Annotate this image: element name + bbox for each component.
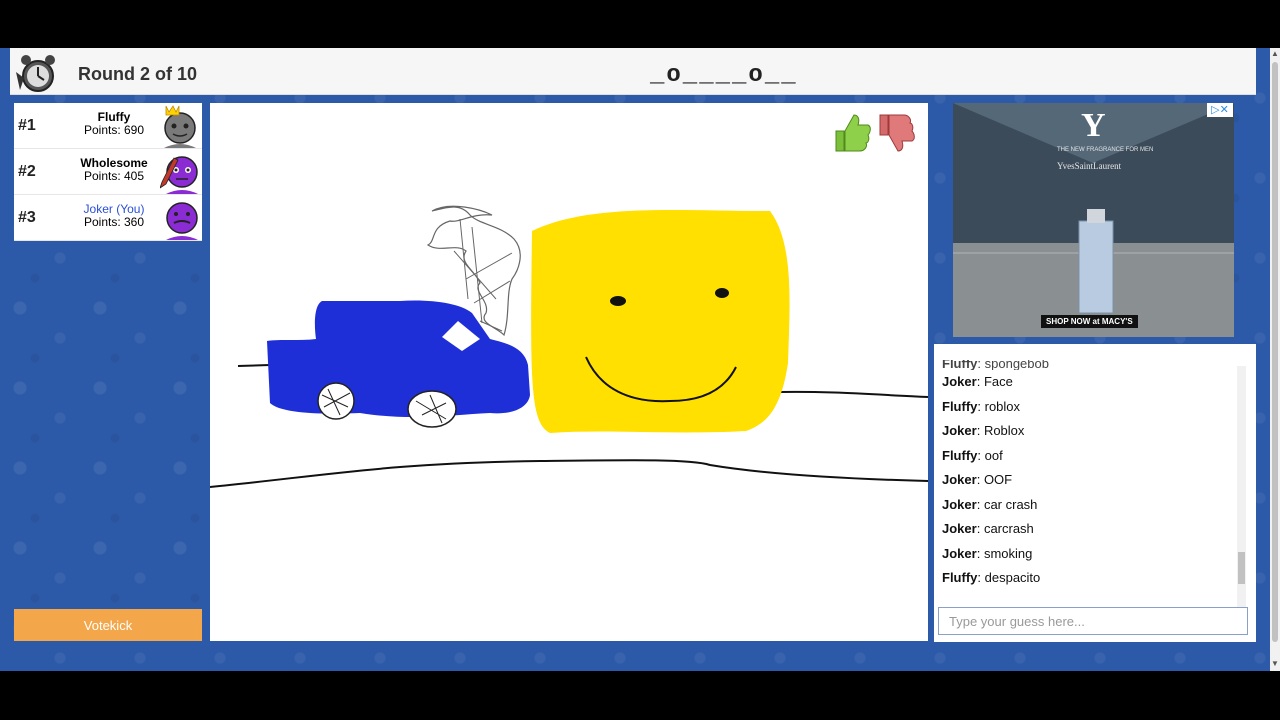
chat-message: Fluffy: oof xyxy=(942,447,1003,463)
chat-message: Joker: OOF xyxy=(942,472,1013,487)
player-points: Points: 405 xyxy=(83,169,145,183)
thumbs-up-icon[interactable] xyxy=(832,111,872,155)
chat-author: Fluffy xyxy=(942,398,978,414)
crown-icon xyxy=(165,105,180,116)
player-row[interactable]: #2 Wholesome Points: 405 xyxy=(14,149,202,195)
chat-text: despacito xyxy=(984,570,1041,585)
page-scrollbar-thumb[interactable] xyxy=(1272,62,1278,642)
player-row[interactable]: #3 Joker (You) Points: 360 xyxy=(14,195,202,241)
player-row[interactable]: #1 Fluffy Points: 690 xyxy=(14,103,202,149)
chat-author: Joker xyxy=(942,545,977,561)
chat-author: Fluffy xyxy=(942,570,978,585)
advertisement[interactable]: Y THE NEW FRAGRANCE FOR MEN YvesSaintLau… xyxy=(953,103,1234,337)
player-points: Points: 360 xyxy=(83,215,145,229)
chat-message: Fluffy: spongebob xyxy=(938,360,1252,370)
round-indicator: Round 2 of 10 xyxy=(78,64,198,84)
chat-author: Fluffy xyxy=(942,447,978,463)
chat-text: carcrash xyxy=(983,521,1034,536)
ad-tagline: THE NEW FRAGRANCE FOR MEN xyxy=(1057,147,1154,153)
scroll-down-icon[interactable]: ▼ xyxy=(1271,660,1279,668)
chat-message: Fluffy: roblox xyxy=(942,398,1021,414)
player-list: #1 Fluffy Points: 690 #2 Wholesome Point… xyxy=(14,103,202,241)
chat-text: spongebob xyxy=(984,360,1049,370)
votekick-button[interactable]: Votekick xyxy=(14,609,202,641)
chat-log[interactable]: Fluffy: spongebob Joker: Face Fluffy: ro… xyxy=(938,360,1252,610)
player-info: Joker (You) Points: 360 xyxy=(58,203,170,229)
chat-text: smoking xyxy=(983,545,1033,561)
thumbs-down-icon[interactable] xyxy=(876,111,916,155)
drawing-canvas[interactable] xyxy=(210,103,928,641)
chat-text: Roblox xyxy=(983,423,1025,438)
chat-message: Joker: Roblox xyxy=(942,423,1025,438)
chat-author: Joker xyxy=(942,496,977,512)
chat-text: Face xyxy=(983,374,1013,389)
ad-shop-button[interactable]: SHOP NOW at MACY'S xyxy=(1041,315,1138,328)
player-rank: #3 xyxy=(18,209,36,226)
chat-message: Fluffy: despacito xyxy=(942,570,1041,585)
ad-close-icon[interactable]: ▷✕ xyxy=(1207,103,1233,117)
chat-author: Joker xyxy=(942,374,977,389)
player-avatar xyxy=(164,105,196,148)
chat-text: roblox xyxy=(984,398,1021,414)
game-header: Round 2 of 10 _o____o__ xyxy=(10,48,1256,95)
chat-message: Joker: Face xyxy=(942,374,1013,389)
guess-input[interactable] xyxy=(938,607,1248,635)
chat-message: Joker: carcrash xyxy=(942,521,1034,536)
player-info: Wholesome Points: 405 xyxy=(58,157,170,183)
word-hint: _o____o__ xyxy=(650,62,798,89)
game-viewport: Round 2 of 10 _o____o__ #1 Fluffy Points… xyxy=(0,48,1270,671)
chat-scrollbar[interactable] xyxy=(1237,366,1246,610)
chat-message: Joker: car crash xyxy=(942,496,1038,512)
player-points: Points: 690 xyxy=(83,123,145,137)
player-avatar xyxy=(166,202,198,240)
canvas-drawing xyxy=(210,205,928,488)
chat-text: OOF xyxy=(983,472,1013,487)
alarm-clock-icon xyxy=(16,55,55,92)
chat-message: Joker: smoking xyxy=(942,545,1033,561)
chat-scrollbar-thumb[interactable] xyxy=(1238,552,1245,584)
chat-text: oof xyxy=(984,447,1003,463)
chat-text: car crash xyxy=(983,496,1038,512)
player-info: Fluffy Points: 690 xyxy=(58,111,170,137)
ad-headline: Y xyxy=(1081,107,1106,144)
player-rank: #2 xyxy=(18,163,36,180)
ad-brand: YvesSaintLaurent xyxy=(1057,161,1122,171)
scroll-up-icon[interactable]: ▲ xyxy=(1271,50,1279,58)
chat-author: Fluffy xyxy=(942,360,978,370)
player-avatar xyxy=(160,156,198,194)
chat-author: Joker xyxy=(942,521,977,536)
page-scrollbar[interactable]: ▲ ▼ xyxy=(1270,48,1280,671)
chat-author: Joker xyxy=(942,423,977,438)
chat-author: Joker xyxy=(942,472,977,487)
player-rank: #1 xyxy=(18,117,36,134)
